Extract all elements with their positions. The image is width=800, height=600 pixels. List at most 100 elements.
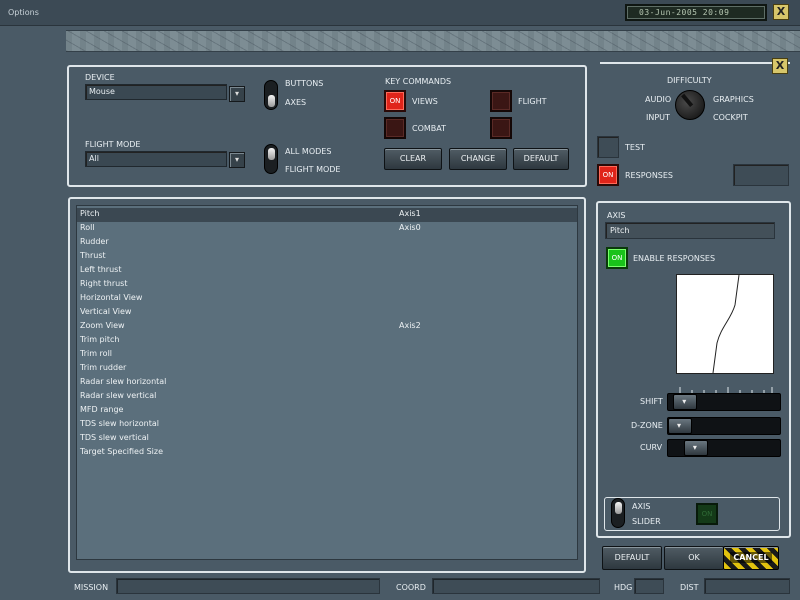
shift-slider[interactable] <box>667 393 781 411</box>
axis-list-row[interactable]: Radar slew horizontal <box>77 376 577 390</box>
enable-responses-toggle[interactable]: ON <box>606 247 628 269</box>
right-panel-divider <box>600 62 790 64</box>
responses-toggle-button[interactable]: ON <box>597 164 619 186</box>
coord-field <box>432 578 600 594</box>
all-modes-label: ALL MODES <box>285 147 332 156</box>
coord-label: COORD <box>396 583 426 592</box>
flight-toggle-button[interactable] <box>490 90 512 112</box>
axis-function-name: TDS slew vertical <box>80 433 149 442</box>
axis-function-name: Zoom View <box>80 321 125 330</box>
axis-list-row[interactable]: Trim rudder <box>77 362 577 376</box>
buttons-label: BUTTONS <box>285 79 324 88</box>
close-window-button[interactable]: X <box>773 4 789 20</box>
axis-assignment: Axis0 <box>399 223 421 232</box>
flight-mode-dropdown[interactable]: All <box>85 151 227 167</box>
combat-toggle-button[interactable] <box>384 117 406 139</box>
change-button[interactable]: CHANGE <box>449 148 507 170</box>
mission-field <box>116 578 380 594</box>
axis-list-row[interactable]: Trim roll <box>77 348 577 362</box>
close-panel-button[interactable]: X <box>772 58 788 74</box>
device-dropdown[interactable]: Mouse <box>85 84 227 100</box>
shift-slider-handle[interactable] <box>673 394 698 410</box>
axis-function-name: Trim rudder <box>80 363 127 372</box>
dzone-slider[interactable] <box>667 417 781 435</box>
device-dropdown-button[interactable]: ▾ <box>229 86 245 102</box>
enable-responses-label: ENABLE RESPONSES <box>633 254 716 263</box>
test-label: TEST <box>625 143 645 152</box>
shift-label: SHIFT <box>640 397 663 406</box>
key-commands-title: KEY COMMANDS <box>385 77 452 86</box>
dzone-slider-handle[interactable] <box>668 418 692 434</box>
slider-on-button[interactable]: ON <box>696 503 718 525</box>
axis-list-row[interactable]: Thrust <box>77 250 577 264</box>
axis-list-row[interactable]: Left thrust <box>77 264 577 278</box>
axis-function-name: Roll <box>80 223 95 232</box>
axis-function-name: Thrust <box>80 251 106 260</box>
axis-toggle-label: AXIS <box>632 502 651 511</box>
axis-function-name: Target Specified Size <box>80 447 163 456</box>
extra-toggle-button[interactable] <box>490 117 512 139</box>
axis-list-row[interactable]: TDS slew vertical <box>77 432 577 446</box>
axis-function-name: Right thrust <box>80 279 128 288</box>
difficulty-knob[interactable] <box>675 90 705 120</box>
views-toggle-button[interactable]: ON <box>384 90 406 112</box>
dist-field <box>704 578 790 594</box>
default-button[interactable]: DEFAULT <box>602 546 662 570</box>
dist-label: DIST <box>680 583 699 592</box>
axis-function-name: Trim roll <box>80 349 113 358</box>
flight-mode-label: FLIGHT MODE <box>85 140 141 149</box>
cancel-label: CANCEL <box>730 552 772 563</box>
views-label: VIEWS <box>412 97 438 106</box>
curv-slider-handle[interactable] <box>683 440 708 456</box>
response-curve <box>712 274 740 374</box>
axis-list-row[interactable]: MFD range <box>77 404 577 418</box>
axis-list-row[interactable]: Horizontal View <box>77 292 577 306</box>
axis-assignment: Axis1 <box>399 209 421 218</box>
axis-list: Pitch Axis1 Roll Axis0 Rudder Thrust Left thru… <box>76 205 578 560</box>
axis-list-row[interactable]: Rudder <box>77 236 577 250</box>
ok-button[interactable]: OK <box>664 546 724 570</box>
chevron-down-icon: ▾ <box>234 155 239 164</box>
clear-button[interactable]: CLEAR <box>384 148 442 170</box>
buttons-axes-toggle[interactable] <box>264 80 278 110</box>
curv-label: CURV <box>640 443 663 452</box>
axis-function-name: Rudder <box>80 237 109 246</box>
axis-function-name: MFD range <box>80 405 124 414</box>
axis-list-row[interactable]: Trim pitch <box>77 334 577 348</box>
default-keys-button[interactable]: DEFAULT <box>513 148 569 170</box>
axis-slider-toggle[interactable] <box>611 498 625 528</box>
axis-title: AXIS <box>607 211 626 220</box>
chevron-down-icon: ▾ <box>234 89 239 98</box>
device-label: DEVICE <box>85 73 115 82</box>
axis-list-row[interactable]: Target Specified Size <box>77 446 577 460</box>
flight-mode-dropdown-button[interactable]: ▾ <box>229 152 245 168</box>
axis-list-row[interactable]: Pitch Axis1 <box>77 208 577 222</box>
axis-name-field[interactable]: Pitch <box>605 222 775 239</box>
axis-list-row[interactable]: Zoom View Axis2 <box>77 320 577 334</box>
axis-list-row[interactable]: TDS slew horizontal <box>77 418 577 432</box>
difficulty-title: DIFFICULTY <box>667 76 712 85</box>
axis-function-name: Left thrust <box>80 265 122 274</box>
response-curve-graph <box>676 274 774 374</box>
axis-list-row[interactable]: Radar slew vertical <box>77 390 577 404</box>
modes-toggle[interactable] <box>264 144 278 174</box>
responses-label: RESPONSES <box>625 171 674 180</box>
axis-function-name: Vertical View <box>80 307 132 316</box>
axis-list-row[interactable]: Roll Axis0 <box>77 222 577 236</box>
axes-label: AXES <box>285 98 307 107</box>
dzone-label: D-ZONE <box>631 421 663 430</box>
axis-list-row[interactable]: Vertical View <box>77 306 577 320</box>
axis-function-name: Trim pitch <box>80 335 120 344</box>
axis-function-name: TDS slew horizontal <box>80 419 159 428</box>
axis-list-row[interactable]: Right thrust <box>77 278 577 292</box>
window-title: Options <box>8 8 39 17</box>
axis-function-name: Horizontal View <box>80 293 143 302</box>
axis-function-name: Pitch <box>80 209 100 218</box>
axis-assignment: Axis2 <box>399 321 421 330</box>
test-button[interactable] <box>597 136 619 158</box>
input-label: INPUT <box>646 113 670 122</box>
cancel-button[interactable]: CANCEL <box>723 546 779 570</box>
curv-slider[interactable] <box>667 439 781 457</box>
axis-slider-box <box>604 497 780 531</box>
clock-display: 03-Jun-2005 20:09 <box>625 4 767 21</box>
